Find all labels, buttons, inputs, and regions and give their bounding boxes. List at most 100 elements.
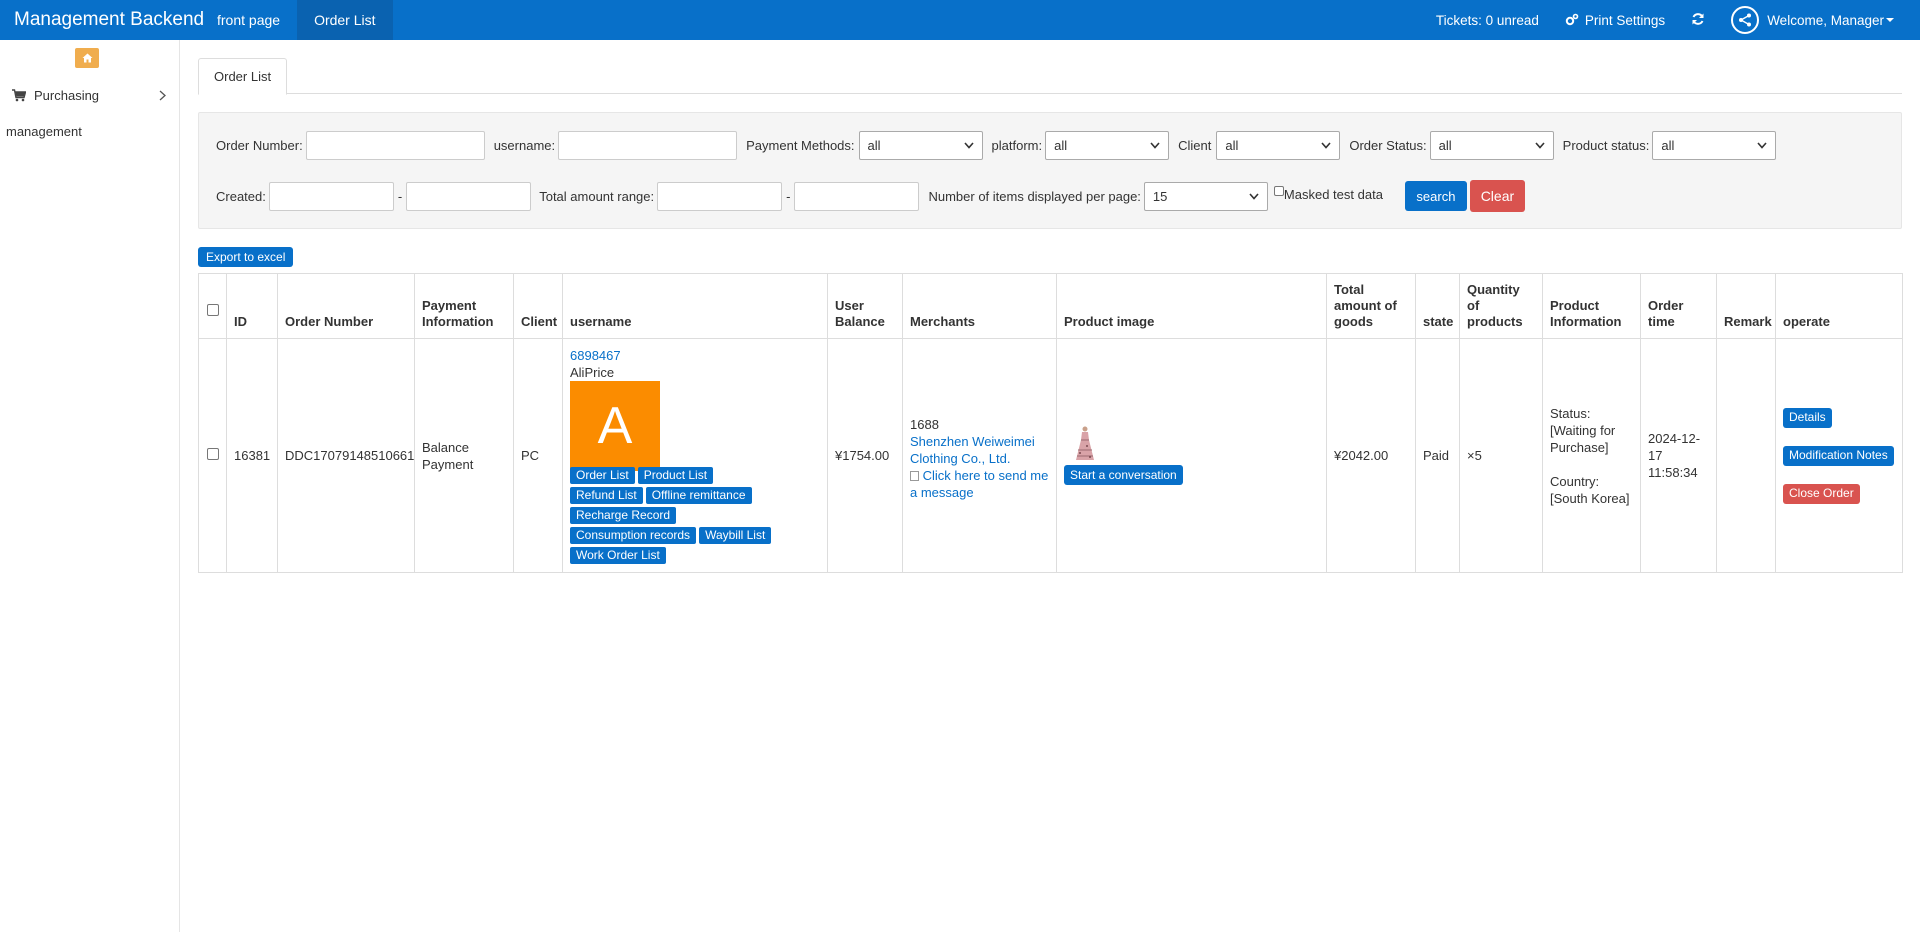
per-page-select[interactable]: 15 — [1143, 181, 1268, 211]
filter-row-1: Order Number: username: Payment Methods:… — [216, 131, 1777, 160]
print-settings-label: Print Settings — [1584, 12, 1666, 28]
order-number-input[interactable] — [305, 131, 485, 160]
cell-merchants: 1688 Shenzhen Weiweimei Clothing Co., Lt… — [902, 338, 1057, 573]
table-row: 16381 DDC17079148510661 Balance Payment … — [198, 338, 1903, 573]
col-header-product-image: Product image — [1056, 273, 1327, 339]
payment-methods-value: all — [867, 138, 881, 153]
home-button[interactable] — [75, 48, 99, 68]
platform-select[interactable]: all — [1045, 131, 1170, 160]
user-order-list-button[interactable]: Order List — [570, 467, 635, 484]
shopping-cart-icon — [12, 88, 26, 102]
user-name: AliPrice — [570, 365, 615, 380]
range-dash: - — [786, 188, 791, 204]
share-avatar-icon — [1731, 6, 1760, 34]
user-refund-list-button[interactable]: Refund List — [570, 487, 643, 504]
masked-test-data-checkbox[interactable] — [1273, 186, 1284, 196]
merchant-platform: 1688 — [910, 417, 939, 432]
user-id-link[interactable]: 6898467 — [570, 347, 820, 364]
per-page-value: 15 — [1152, 188, 1168, 204]
merchant-message-link[interactable]: Click here to send me a message — [910, 467, 1049, 501]
filter-row-2: Created: - Total amount range: - Number … — [216, 180, 1525, 212]
username-input[interactable] — [558, 131, 738, 160]
platform-value: all — [1054, 138, 1068, 153]
order-status-label: Order Status: — [1349, 138, 1427, 153]
range-dash: - — [397, 188, 403, 204]
caret-down-icon — [1886, 17, 1894, 23]
home-icon — [82, 53, 93, 63]
product-status-select[interactable]: all — [1652, 131, 1777, 160]
chevron-down-icon — [1757, 142, 1767, 149]
cell-order-number: DDC17079148510661 — [277, 338, 415, 573]
top-nav: front page Order List — [200, 0, 393, 40]
chevron-down-icon — [1321, 142, 1331, 149]
product-thumbnail[interactable] — [1072, 426, 1319, 466]
col-header-product-information: Product Information — [1542, 273, 1641, 339]
user-consumption-records-button[interactable]: Consumption records — [570, 527, 697, 544]
total-amount-range-label: Total amount range: — [539, 188, 655, 204]
masked-test-data-label: Masked test data — [1283, 187, 1383, 202]
col-header-payment-information: Payment Information — [414, 273, 514, 339]
user-offline-remittance-button[interactable]: Offline remittance — [645, 487, 752, 504]
clear-button[interactable]: Clear — [1469, 180, 1525, 212]
user-recharge-record-button[interactable]: Recharge Record — [570, 507, 677, 524]
tab-bar: Order List — [198, 58, 1902, 95]
client-select[interactable]: all — [1216, 131, 1341, 160]
total-amount-max-input[interactable] — [794, 181, 920, 211]
user-work-order-list-button[interactable]: Work Order List — [570, 547, 666, 564]
select-all-cell — [198, 273, 227, 339]
welcome-label: Welcome, Manager — [1767, 12, 1884, 28]
modification-notes-button[interactable]: Modification Notes — [1783, 445, 1894, 466]
nav-order-list[interactable]: Order List — [297, 0, 393, 40]
cell-order-time: 2024-12-17 11:58:34 — [1640, 338, 1717, 573]
export-excel-button[interactable]: Export to excel — [198, 247, 294, 267]
top-navbar: Management Backend front page Order List… — [0, 0, 1920, 40]
order-number-label: Order Number: — [216, 138, 303, 153]
product-status-text: Status: [Waiting for Purchase] — [1550, 405, 1616, 455]
details-button[interactable]: Details — [1783, 407, 1832, 428]
created-end-input[interactable] — [406, 181, 532, 211]
search-button[interactable]: search — [1404, 181, 1467, 211]
username-label: username: — [493, 138, 556, 153]
chevron-down-icon — [1150, 142, 1160, 149]
created-start-input[interactable] — [268, 181, 394, 211]
payment-methods-select[interactable]: all — [858, 131, 983, 160]
orders-table: ID Order Number Payment Information Clie… — [198, 273, 1903, 573]
cell-remark — [1716, 338, 1776, 573]
product-status-label: Product status: — [1562, 138, 1650, 153]
sidebar-item-purchasing[interactable]: Purchasing — [0, 80, 180, 110]
cell-operate: Details Modification Notes Close Order — [1775, 338, 1903, 573]
col-header-state: state — [1415, 273, 1460, 339]
merchant-name-link[interactable]: Shenzhen Weiweimei Clothing Co., Ltd. — [910, 433, 1049, 467]
cell-user-balance: ¥1754.00 — [827, 338, 903, 573]
col-header-quantity: Quantity of products — [1459, 273, 1543, 339]
user-menu[interactable]: Welcome, Manager — [1718, 0, 1920, 40]
per-page-label: Number of items displayed per page: — [928, 188, 1141, 204]
table-header-row: ID Order Number Payment Information Clie… — [198, 273, 1903, 339]
product-status-value: all — [1661, 138, 1675, 153]
filter-panel: Order Number: username: Payment Methods:… — [198, 112, 1902, 229]
cell-quantity: ×5 — [1459, 338, 1543, 573]
total-amount-min-input[interactable] — [657, 181, 783, 211]
start-conversation-button[interactable]: Start a conversation — [1064, 465, 1183, 486]
print-settings-link[interactable]: Print Settings — [1552, 0, 1678, 40]
sidebar-item-management[interactable]: management — [6, 124, 82, 139]
tickets-link[interactable]: Tickets: 0 unread — [1423, 0, 1552, 40]
user-waybill-list-button[interactable]: Waybill List — [699, 527, 772, 544]
col-header-order-time: Order time — [1640, 273, 1717, 339]
close-order-button[interactable]: Close Order — [1783, 483, 1860, 504]
sidebar-item-label: Purchasing — [34, 87, 100, 103]
nav-front-page[interactable]: front page — [200, 0, 297, 40]
row-select-cell — [198, 338, 227, 573]
refresh-button[interactable] — [1678, 0, 1718, 40]
col-header-order-number: Order Number — [277, 273, 415, 339]
tab-order-list[interactable]: Order List — [198, 58, 288, 95]
order-status-select[interactable]: all — [1429, 131, 1554, 160]
row-checkbox[interactable] — [206, 448, 219, 460]
brand-title[interactable]: Management Backend — [0, 9, 204, 31]
merchant-message-text: Click here to send me a message — [910, 468, 1049, 500]
chevron-right-icon — [159, 90, 166, 101]
cell-username: 6898467 AliPrice A Order List Product Li… — [562, 338, 828, 573]
chevron-down-icon — [1249, 192, 1259, 200]
select-all-checkbox[interactable] — [206, 304, 219, 316]
user-product-list-button[interactable]: Product List — [637, 467, 714, 484]
